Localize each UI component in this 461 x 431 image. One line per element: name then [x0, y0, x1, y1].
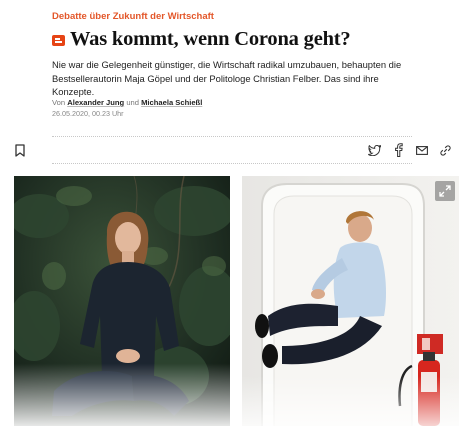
twitter-icon[interactable]	[368, 145, 381, 156]
facebook-icon[interactable]	[394, 143, 403, 157]
byline-prefix: Von	[52, 98, 66, 107]
author-link-2[interactable]: Michaela Schießl	[141, 98, 202, 107]
byline-and: und	[126, 98, 139, 107]
mail-icon[interactable]	[416, 146, 428, 155]
link-icon[interactable]	[440, 145, 451, 156]
author-link-1[interactable]: Alexander Jung	[67, 98, 124, 107]
expand-button[interactable]	[435, 181, 455, 201]
bookmark-icon[interactable]	[14, 144, 26, 157]
photo-christian-felber	[242, 176, 459, 426]
article-kicker[interactable]: Debatte über Zukunft der Wirtschaft	[52, 11, 214, 22]
article-title: Was kommt, wenn Corona geht?	[70, 28, 351, 50]
photo-maja-goepel	[14, 176, 230, 426]
divider-bottom	[52, 163, 412, 164]
headline: Was kommt, wenn Corona geht?	[52, 28, 351, 51]
spiegel-plus-icon	[52, 35, 65, 46]
publish-date: 26.05.2020, 00.23 Uhr	[52, 109, 124, 118]
expand-icon	[439, 185, 451, 197]
divider-top	[52, 136, 412, 137]
byline: Von Alexander Jung und Michaela Schießl	[52, 98, 202, 107]
article-lead: Nie war die Gelegenheit günstiger, die W…	[52, 59, 402, 97]
